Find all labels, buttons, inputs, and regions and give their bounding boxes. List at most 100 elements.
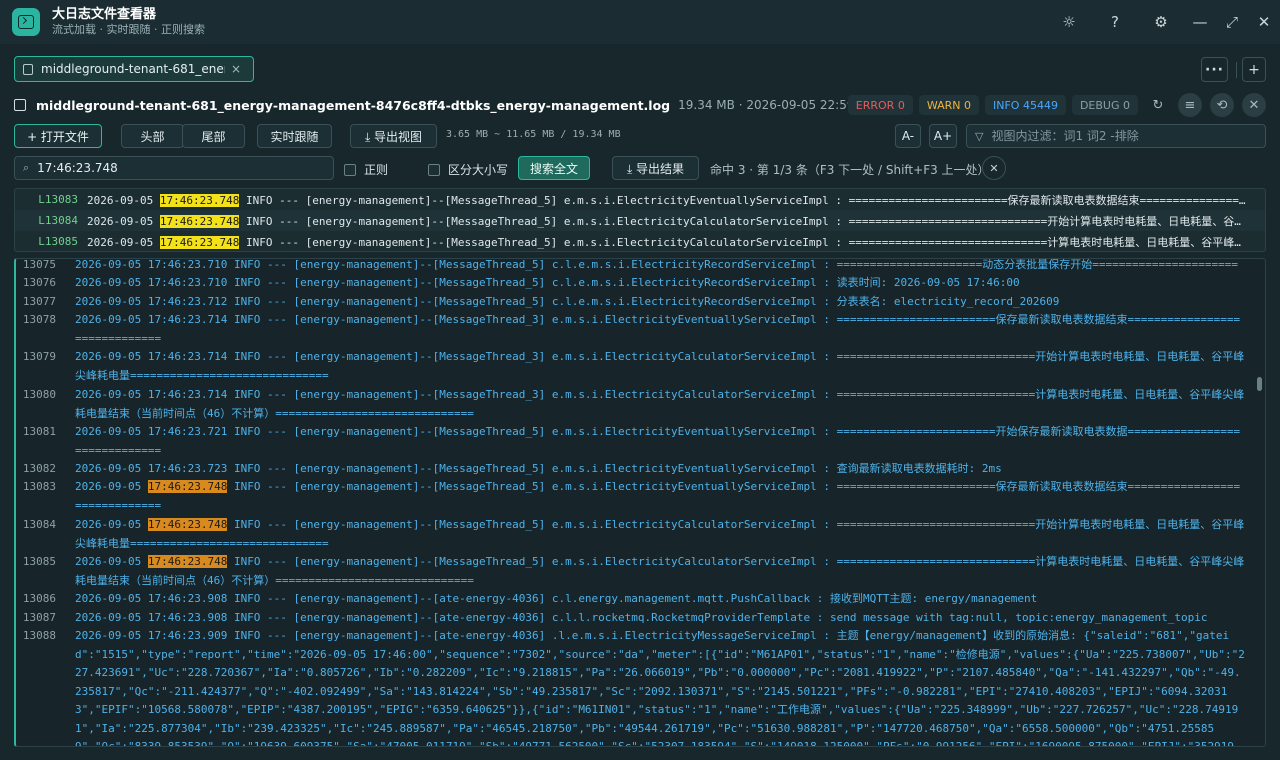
case-label: 区分大小写 xyxy=(448,163,509,177)
window-close-icon[interactable]: ✕ xyxy=(1248,0,1280,44)
line-number: 13075 xyxy=(22,258,56,271)
log-rest: INFO --- [energy-management]--[MessageTh… xyxy=(75,518,1245,550)
regex-label: 正则 xyxy=(364,163,389,177)
log-text: 2026-09-05 17:46:23.714 INFO --- [energy… xyxy=(75,350,1245,382)
log-text: 2026-09-05 17:46:23.908 INFO --- [energy… xyxy=(75,611,1208,624)
line-number: 13088 xyxy=(22,629,56,642)
view-filter: ▽ xyxy=(966,124,1266,148)
log-text: 2026-09-05 17:46:23.748 INFO --- [energy… xyxy=(75,478,1245,515)
title-bar: 大日志文件查看器 流式加载 · 实时跟随 · 正则搜索 ☼ ? ⚙ — ⤢ ✕ xyxy=(0,0,1280,44)
hit-info: 命中 3 · 第 1/3 条（F3 下一处 / Shift+F3 上一处） xyxy=(710,163,990,177)
window-controls: ☼ ? ⚙ — ⤢ ✕ xyxy=(1046,0,1280,44)
minimize-icon[interactable]: — xyxy=(1184,0,1216,44)
hit-line-number: L13085 xyxy=(38,235,78,248)
info-badge[interactable]: INFO 45449 xyxy=(985,95,1066,115)
match-highlight: 17:46:23.748 xyxy=(147,480,228,493)
font-decrease-button[interactable]: A- xyxy=(895,124,921,148)
maximize-icon[interactable]: ⤢ xyxy=(1216,0,1248,44)
line-number: 13082 xyxy=(22,462,56,475)
error-badge[interactable]: ERROR 0 xyxy=(847,95,913,115)
view-filter-input[interactable] xyxy=(991,129,1252,143)
tail-button[interactable]: 尾部 xyxy=(182,124,245,148)
open-file-button[interactable]: + 打开文件 xyxy=(14,124,102,148)
case-checkbox-box[interactable] xyxy=(428,163,440,176)
tab-more-button[interactable]: ··· xyxy=(1201,57,1228,82)
export-results-button[interactable]: ⤓ 导出结果 xyxy=(612,156,699,180)
follow-button[interactable]: 实时跟随 xyxy=(257,124,332,148)
hit-rest: INFO --- [energy-management]--[MessageTh… xyxy=(239,193,1247,207)
search-box: ⌕ xyxy=(14,156,334,180)
line-number: 13079 xyxy=(22,350,56,363)
app-subtitle: 流式加载 · 实时跟随 · 正则搜索 xyxy=(52,23,205,36)
export-view-button[interactable]: ⤓ 导出视图 xyxy=(350,124,437,148)
scrollbar-thumb[interactable] xyxy=(1257,377,1262,391)
log-view[interactable]: 13075 2026-09-05 17:46:23.710 INFO --- [… xyxy=(14,258,1266,747)
search-all-button[interactable]: 搜索全文 xyxy=(518,156,590,180)
hit-date: 2026-09-05 xyxy=(87,214,154,228)
search-icon: ⌕ xyxy=(23,161,30,174)
wrap-toggle-icon[interactable]: ≡ xyxy=(1178,93,1202,117)
hit-text: 2026-09-05 17:46:23.748 INFO --- [energy… xyxy=(87,234,1247,250)
line-number: 13077 xyxy=(22,295,56,308)
tab-bar: middleground-tenant-681_energy-managemen… xyxy=(0,54,1280,84)
log-text: 2026-09-05 17:46:23.908 INFO --- [energy… xyxy=(75,592,1038,605)
log-text: 2026-09-05 17:46:23.748 INFO --- [energy… xyxy=(75,516,1245,553)
line-number: 13087 xyxy=(22,611,56,624)
match-highlight: 17:46:23.748 xyxy=(147,518,228,531)
hit-row[interactable]: L13085 2026-09-05 17:46:23.748 INFO --- … xyxy=(15,231,1265,251)
tab-close-icon[interactable]: × xyxy=(231,62,241,76)
hit-date: 2026-09-05 xyxy=(87,193,154,207)
history-icon[interactable]: ⟲ xyxy=(1210,93,1234,117)
tab-divider xyxy=(1236,62,1237,78)
line-number: 13080 xyxy=(22,388,56,401)
log-text: 2026-09-05 17:46:23.748 INFO --- [energy… xyxy=(75,553,1245,590)
new-tab-button[interactable]: + xyxy=(1242,57,1266,82)
log-rest: INFO --- [energy-management]--[MessageTh… xyxy=(75,480,1241,512)
app-titles: 大日志文件查看器 流式加载 · 实时跟随 · 正则搜索 xyxy=(52,7,205,37)
regex-checkbox[interactable]: 正则 xyxy=(344,161,388,178)
font-increase-button[interactable]: A+ xyxy=(929,124,957,148)
hit-date: 2026-09-05 xyxy=(87,235,154,249)
file-name: middleground-tenant-681_energy-managemen… xyxy=(36,97,671,113)
settings-gear-icon[interactable]: ⚙ xyxy=(1138,0,1184,44)
refresh-icon[interactable]: ↻ xyxy=(1146,93,1170,117)
theme-toggle-icon[interactable]: ☼ xyxy=(1046,0,1092,44)
regex-checkbox-box[interactable] xyxy=(344,163,356,176)
head-button[interactable]: 头部 xyxy=(121,124,184,148)
hit-row[interactable]: L13083 2026-09-05 17:46:23.748 INFO --- … xyxy=(15,189,1265,210)
log-text: 2026-09-05 17:46:23.723 INFO --- [energy… xyxy=(75,462,1002,475)
file-tab[interactable]: middleground-tenant-681_energy-managemen… xyxy=(14,56,254,82)
close-file-icon[interactable]: ✕ xyxy=(1242,93,1266,117)
hit-rest: INFO --- [energy-management]--[MessageTh… xyxy=(239,235,1247,249)
line-number: 13085 xyxy=(22,555,56,568)
log-text: 2026-09-05 17:46:23.714 INFO --- [energy… xyxy=(75,313,1241,345)
search-hits-panel: L13083 2026-09-05 17:46:23.748 INFO --- … xyxy=(14,188,1266,252)
app-logo-icon xyxy=(12,8,40,36)
hit-text: 2026-09-05 17:46:23.748 INFO --- [energy… xyxy=(87,213,1247,229)
warn-badge[interactable]: WARN 0 xyxy=(918,95,979,115)
hit-highlight: 17:46:23.748 xyxy=(159,193,240,207)
app-title: 大日志文件查看器 xyxy=(52,7,157,22)
help-icon[interactable]: ? xyxy=(1092,0,1138,44)
search-input[interactable] xyxy=(37,161,318,175)
debug-badge[interactable]: DEBUG 0 xyxy=(1071,95,1138,115)
search-row: ⌕ 正则 区分大小写 搜索全文 ⤓ 导出结果 命中 3 · 第 1/3 条（F3… xyxy=(14,155,1266,181)
hit-text: 2026-09-05 17:46:23.748 INFO --- [energy… xyxy=(87,192,1247,208)
hit-highlight: 17:46:23.748 xyxy=(159,235,240,249)
log-date: 2026-09-05 xyxy=(75,555,148,568)
hit-row[interactable]: L13084 2026-09-05 17:46:23.748 INFO --- … xyxy=(15,210,1265,231)
file-icon xyxy=(14,99,26,111)
file-header: middleground-tenant-681_energy-managemen… xyxy=(14,93,1266,117)
hit-rest: INFO --- [energy-management]--[MessageTh… xyxy=(239,214,1247,228)
file-meta: 19.34 MB · 2026-09-05 22:59 xyxy=(678,98,855,112)
hit-highlight: 17:46:23.748 xyxy=(159,214,240,228)
clear-search-icon[interactable]: ✕ xyxy=(982,156,1006,180)
case-sensitive-checkbox[interactable]: 区分大小写 xyxy=(428,161,508,178)
line-number: 13084 xyxy=(22,518,56,531)
view-range: 3.65 MB ~ 11.65 MB / 19.34 MB xyxy=(446,129,621,140)
line-number: 13086 xyxy=(22,592,56,605)
line-number: 13081 xyxy=(22,425,56,438)
log-text: 2026-09-05 17:46:23.714 INFO --- [energy… xyxy=(75,388,1245,420)
log-text: 2026-09-05 17:46:23.721 INFO --- [energy… xyxy=(75,425,1241,457)
document-icon xyxy=(23,63,33,75)
